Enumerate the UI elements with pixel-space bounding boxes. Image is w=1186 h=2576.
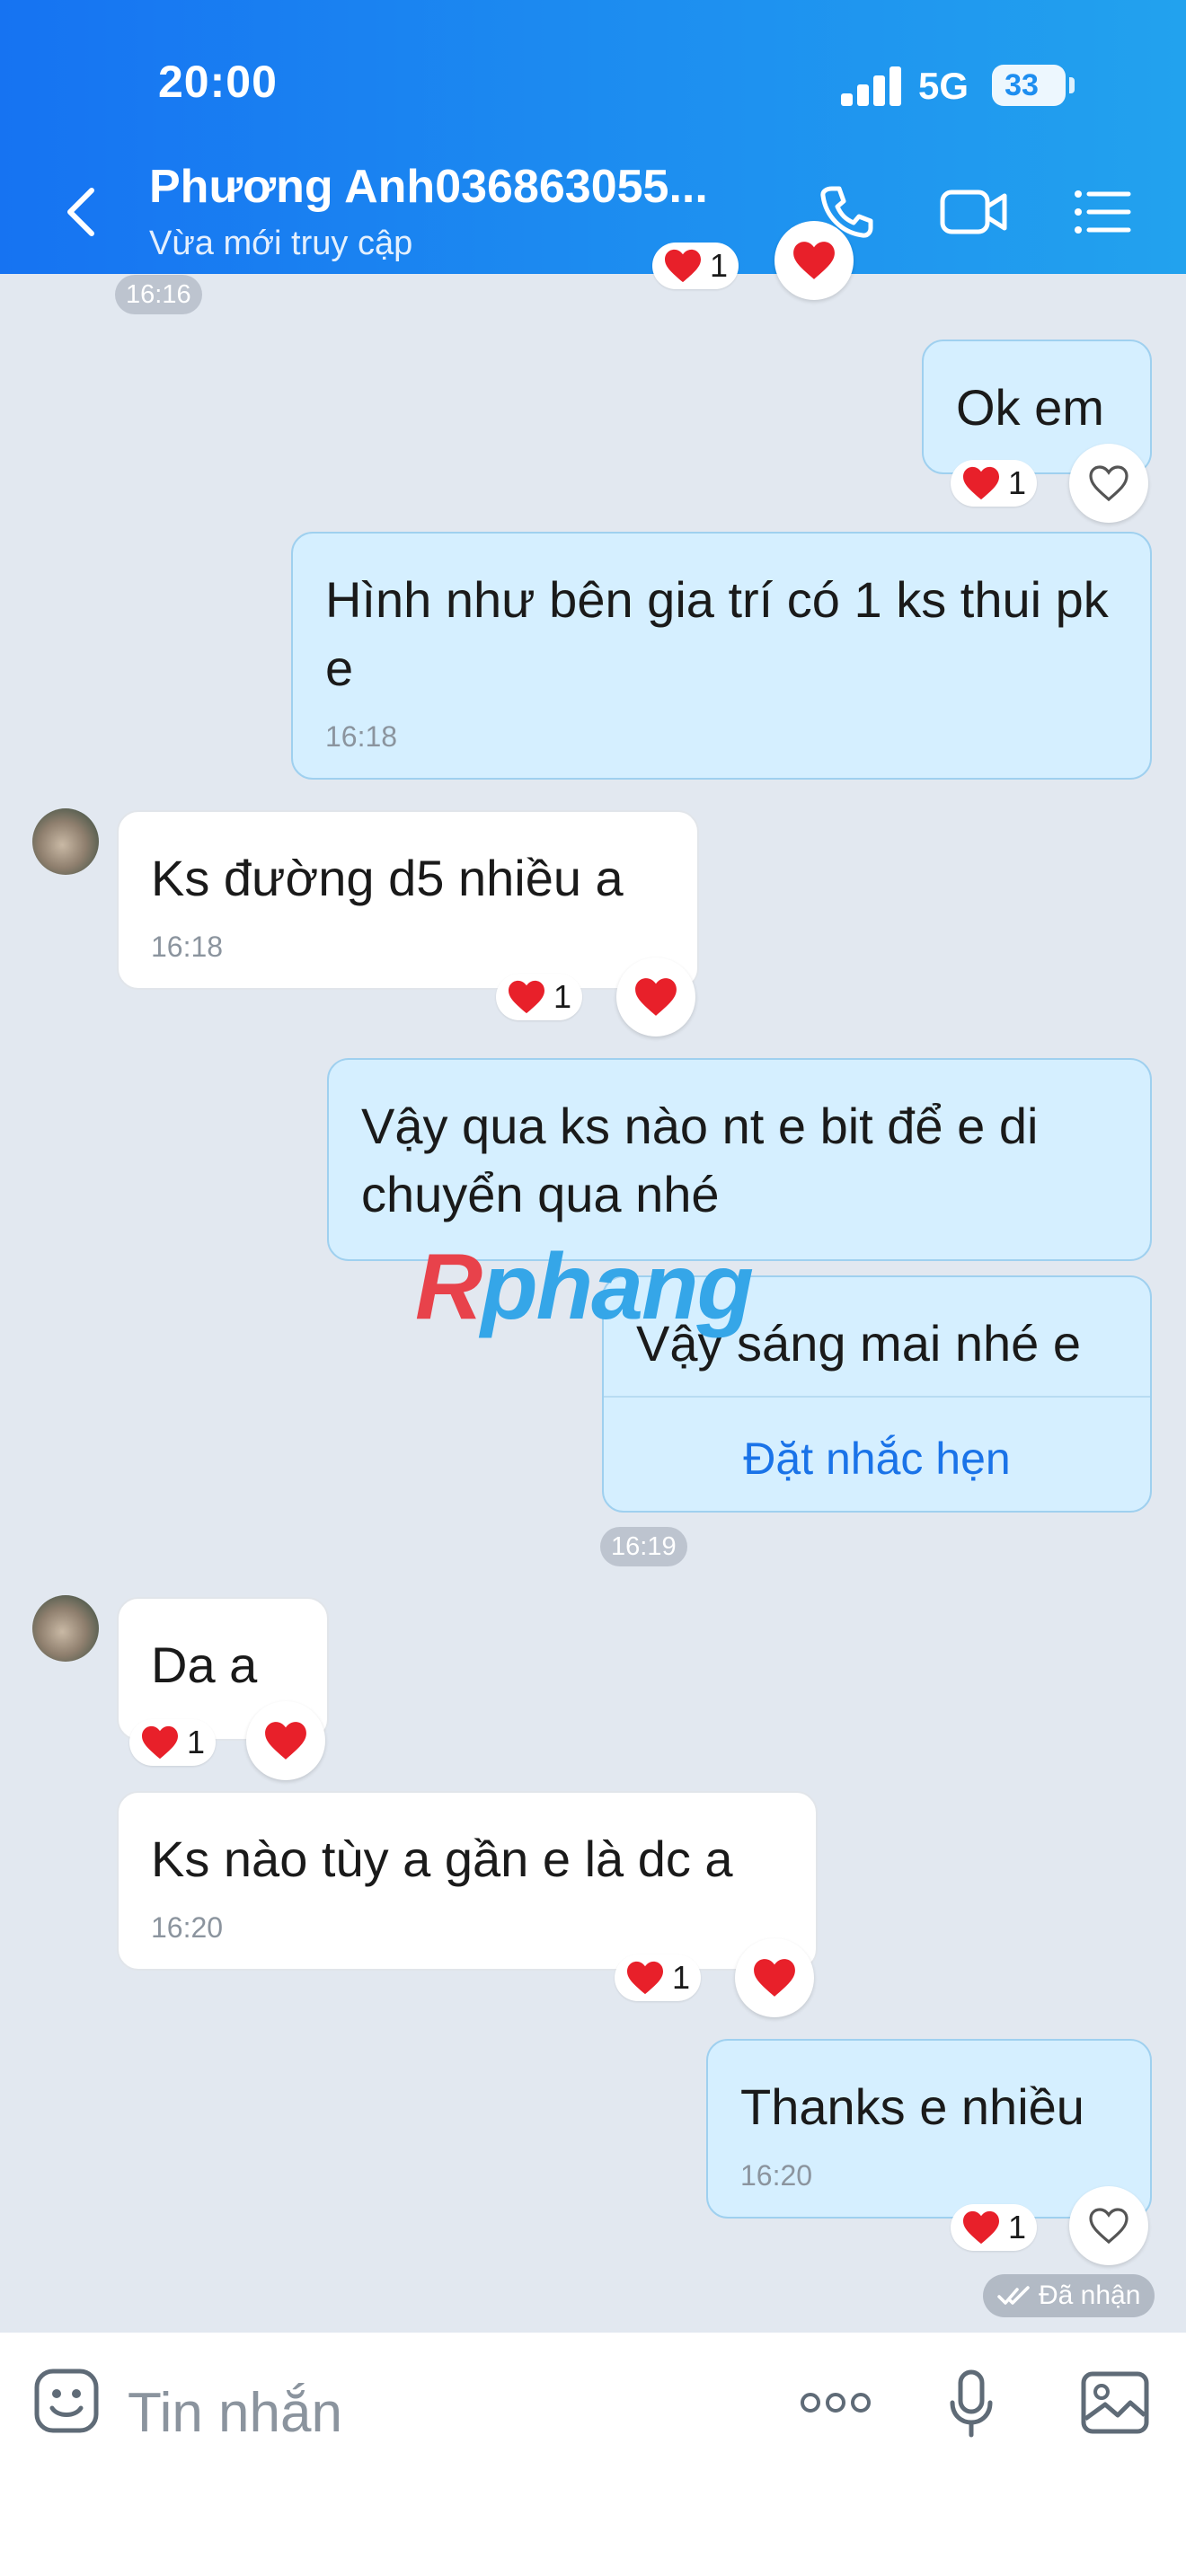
heart-react-button[interactable] [246, 1701, 325, 1780]
delivered-label: Đã nhận [1039, 2280, 1141, 2310]
time-chip: 16:16 [115, 275, 202, 314]
message-text: Hình như bên gia trí có 1 ks thui pk e [325, 571, 1109, 696]
message-time: 16:20 [151, 1911, 224, 1944]
react-button[interactable] [1069, 444, 1148, 523]
set-reminder-link[interactable]: Đặt nhắc hẹn [604, 1432, 1150, 1486]
reaction-count[interactable]: 1 [951, 460, 1038, 507]
message-time: 16:20 [740, 2159, 813, 2192]
time-chip: 16:19 [600, 1527, 687, 1566]
reaction-number: 1 [553, 978, 572, 1015]
reaction-number: 1 [1008, 2209, 1027, 2245]
chat-area[interactable]: 1 16:16 Ok em 1 Hình như bên gia trí có … [0, 0, 1186, 2333]
message-time: 16:18 [325, 720, 398, 753]
avatar[interactable] [32, 808, 99, 875]
message-bubble-in[interactable]: Ks đường d5 nhiều a 16:18 [117, 810, 699, 990]
microphone-icon[interactable] [947, 2369, 996, 2440]
message-bubble-out[interactable]: Thanks e nhiều 16:20 [706, 2039, 1152, 2219]
emoji-icon[interactable] [32, 2367, 101, 2435]
message-text: Ks nào tùy a gần e là dc a [151, 1831, 733, 1887]
heart-icon [752, 1957, 797, 1998]
react-button[interactable] [1069, 2186, 1148, 2265]
message-time: 16:18 [151, 931, 224, 963]
heart-icon [625, 1960, 665, 1996]
message-bubble-out[interactable]: Vậy qua ks nào nt e bit để e di chuyển q… [327, 1058, 1152, 1261]
message-text: Ks đường d5 nhiều a [151, 850, 624, 906]
message-text: Ok em [956, 379, 1104, 436]
message-text: Vậy qua ks nào nt e bit để e di chuyển q… [361, 1098, 1039, 1222]
reaction-count[interactable]: 1 [615, 1954, 702, 2001]
heart-icon [961, 2210, 1001, 2245]
heart-react-button[interactable] [616, 957, 695, 1037]
message-text: Da a [151, 1636, 258, 1693]
reaction-count[interactable]: 1 [951, 2204, 1038, 2251]
reaction-count[interactable]: 1 [496, 974, 583, 1020]
heart-icon [507, 979, 546, 1015]
heart-icon [140, 1725, 180, 1760]
reaction-number: 1 [1008, 464, 1027, 501]
heart-react-button[interactable] [735, 1938, 814, 2017]
heart-icon [633, 976, 678, 1018]
heart-outline-icon [1087, 2206, 1130, 2245]
double-check-icon [997, 2286, 1030, 2305]
message-input-bar: Tin nhắn [0, 2333, 1186, 2576]
message-bubble-in[interactable]: Ks nào tùy a gần e là dc a 16:20 [117, 1791, 818, 1971]
heart-icon [961, 465, 1001, 501]
image-icon[interactable] [1080, 2370, 1150, 2435]
reaction-count[interactable]: 1 [129, 1719, 217, 1766]
message-input[interactable]: Tin nhắn [128, 2369, 342, 2458]
reaction-number: 1 [187, 1724, 206, 1760]
reaction-number: 1 [672, 1959, 691, 1996]
more-icon[interactable] [798, 2385, 873, 2421]
message-text: Thanks e nhiều [740, 2078, 1084, 2135]
heart-outline-icon [1087, 463, 1130, 503]
divider [604, 1396, 1150, 1398]
avatar[interactable] [32, 1595, 99, 1662]
message-bubble-out[interactable]: Hình như bên gia trí có 1 ks thui pk e 1… [291, 532, 1152, 780]
watermark-logo: Rphang [415, 1235, 754, 1339]
heart-icon [263, 1720, 308, 1761]
delivered-status: Đã nhận [983, 2274, 1155, 2317]
